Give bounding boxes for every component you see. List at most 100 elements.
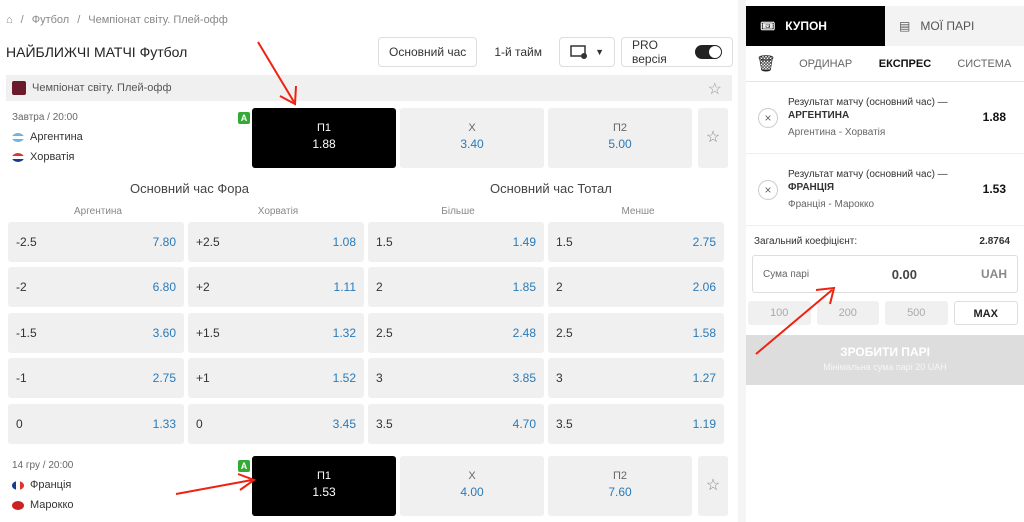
market-odd-cell[interactable]: 2 1.85 [368, 267, 544, 307]
toggle-switch[interactable] [694, 45, 723, 59]
star-icon: ☆ [705, 129, 721, 146]
market-odd: 3.85 [512, 371, 536, 385]
bet-item: × Результат матчу (основний час) — АРГЕН… [746, 82, 1024, 154]
match-info[interactable]: 14 гру / 20:00 Франція Марокко A [12, 460, 250, 522]
flag-icon [12, 500, 24, 510]
market-line: 2 [376, 280, 383, 294]
column-header: Більше [441, 206, 475, 217]
breadcrumb-football[interactable]: Футбол [32, 14, 70, 26]
market-odd: 3.45 [332, 417, 356, 431]
team-away: Хорватія [30, 151, 75, 163]
market-odd: 2.75 [692, 235, 716, 249]
odd-button-p2[interactable]: П2 5.00 [548, 108, 692, 168]
column-header: Хорватія [257, 206, 299, 217]
market-odd: 2.06 [692, 280, 716, 294]
match-row: Завтра / 20:00 Аргентина Хорватія A П1 1… [6, 108, 732, 172]
market-odd-cell[interactable]: +2.5 1.08 [188, 222, 364, 262]
quick-stakes: 100 200 500 MAX [748, 301, 1018, 325]
market-odd-cell[interactable]: 2 2.06 [548, 267, 724, 307]
min-stake-note: Мінімальна сума парі 20 UAH [823, 362, 947, 372]
view-settings-button[interactable]: ▼ [559, 37, 616, 67]
place-bet-button[interactable]: ЗРОБИТИ ПАРІ Мінімальна сума парі 20 UAH [746, 335, 1024, 385]
tab-my-bets[interactable]: ▤ МОЇ ПАРІ [885, 6, 1024, 46]
market-line: 0 [16, 417, 23, 431]
tab-single[interactable]: ОРДИНАР [786, 58, 865, 70]
flag-icon [12, 152, 24, 162]
column-header: Аргентина [74, 206, 122, 217]
trophy-icon [12, 81, 26, 95]
market-odd: 3.60 [152, 326, 176, 340]
status-badge: A [238, 112, 250, 124]
currency-label: UAH [981, 267, 1007, 281]
odd-button-p1[interactable]: П1 1.88 [252, 108, 396, 168]
flag-icon [12, 132, 24, 142]
close-icon[interactable]: × [758, 180, 778, 200]
market-odd: 1.32 [332, 326, 356, 340]
market-odd-cell[interactable]: 0 1.33 [8, 404, 184, 444]
bet-pick: АРГЕНТИНА [788, 110, 850, 121]
tab-coupon[interactable]: 🎟 КУПОН [746, 6, 885, 46]
main-time-button[interactable]: Основний час [378, 37, 478, 67]
close-icon[interactable]: × [758, 108, 778, 128]
bet-item: × Результат матчу (основний час) — ФРАНЦ… [746, 154, 1024, 226]
stake-amount: 0.00 [891, 266, 917, 282]
market-odd-cell[interactable]: 2.5 1.58 [548, 313, 724, 353]
market-odd-cell[interactable]: +2 1.11 [188, 267, 364, 307]
market-odd-cell[interactable]: -1.5 3.60 [8, 313, 184, 353]
market-odd-cell[interactable]: 3.5 1.19 [548, 404, 724, 444]
quick-stake-200[interactable]: 200 [816, 301, 879, 325]
market-line: 3 [376, 371, 383, 385]
panel-divider [738, 0, 746, 522]
status-badge: A [238, 460, 250, 472]
market-odd-cell[interactable]: 3.5 4.70 [368, 404, 544, 444]
odd-button-x[interactable]: X 4.00 [400, 456, 544, 516]
first-half-button[interactable]: 1-й тайм [483, 37, 554, 67]
toolbar: Основний час 1-й тайм ▼ PRO версія [378, 37, 734, 67]
market-line: -2.5 [16, 235, 37, 249]
market-odd-cell[interactable]: +1 1.52 [188, 358, 364, 398]
market-odd-cell[interactable]: -2 6.80 [8, 267, 184, 307]
list-icon: ▤ [899, 19, 911, 33]
page-title: НАЙБЛИЖЧІ МАТЧІ Футбол [6, 44, 188, 60]
bet-pick: ФРАНЦІЯ [788, 182, 835, 193]
trash-icon[interactable]: 🗑 [746, 54, 786, 74]
market-odd-cell[interactable]: +1.5 1.32 [188, 313, 364, 353]
tab-express[interactable]: ЕКСПРЕС [865, 58, 944, 70]
home-icon[interactable]: ⌂ [6, 14, 13, 26]
star-icon[interactable]: ☆ [708, 79, 722, 99]
column-header: Менше [621, 206, 655, 217]
market-odd: 1.58 [692, 326, 716, 340]
market-odd-cell[interactable]: 0 3.45 [188, 404, 364, 444]
team-home: Аргентина [30, 131, 83, 143]
market-odd: 1.33 [152, 417, 176, 431]
market-odd-cell[interactable]: 1.5 1.49 [368, 222, 544, 262]
odd-button-p1[interactable]: П1 1.53 [252, 456, 396, 516]
stake-input[interactable]: Сума парі 0.00 UAH [752, 255, 1018, 293]
match-info[interactable]: Завтра / 20:00 Аргентина Хорватія A [12, 112, 250, 176]
pro-version-toggle[interactable]: PRO версія [621, 37, 734, 67]
team-home: Франція [30, 479, 72, 491]
market-odd: 4.70 [512, 417, 536, 431]
market-odd: 1.19 [692, 417, 716, 431]
quick-stake-100[interactable]: 100 [748, 301, 811, 325]
odd-button-x[interactable]: X 3.40 [400, 108, 544, 168]
favorite-star-button[interactable]: ☆ [698, 108, 728, 168]
market-odd-cell[interactable]: -1 2.75 [8, 358, 184, 398]
market-line: 3 [556, 371, 563, 385]
coupon-tabs: 🎟 КУПОН ▤ МОЇ ПАРІ [746, 6, 1024, 46]
market-odd: 1.85 [512, 280, 536, 294]
market-odd-cell[interactable]: 3 1.27 [548, 358, 724, 398]
market-odd: 1.11 [333, 280, 356, 294]
market-odd-cell[interactable]: 2.5 2.48 [368, 313, 544, 353]
bet-type-tabs: 🗑 ОРДИНАР ЕКСПРЕС СИСТЕМА [746, 46, 1024, 82]
quick-stake-max[interactable]: MAX [953, 301, 1018, 325]
market-odd-cell[interactable]: -2.5 7.80 [8, 222, 184, 262]
breadcrumb-league[interactable]: Чемпіонат світу. Плей-офф [88, 14, 228, 26]
odd-button-p2[interactable]: П2 7.60 [548, 456, 692, 516]
market-odd-cell[interactable]: 3 3.85 [368, 358, 544, 398]
market-odd-cell[interactable]: 1.5 2.75 [548, 222, 724, 262]
market-odd: 1.52 [332, 371, 356, 385]
tab-system[interactable]: СИСТЕМА [945, 58, 1024, 70]
favorite-star-button[interactable]: ☆ [698, 456, 728, 516]
quick-stake-500[interactable]: 500 [885, 301, 948, 325]
